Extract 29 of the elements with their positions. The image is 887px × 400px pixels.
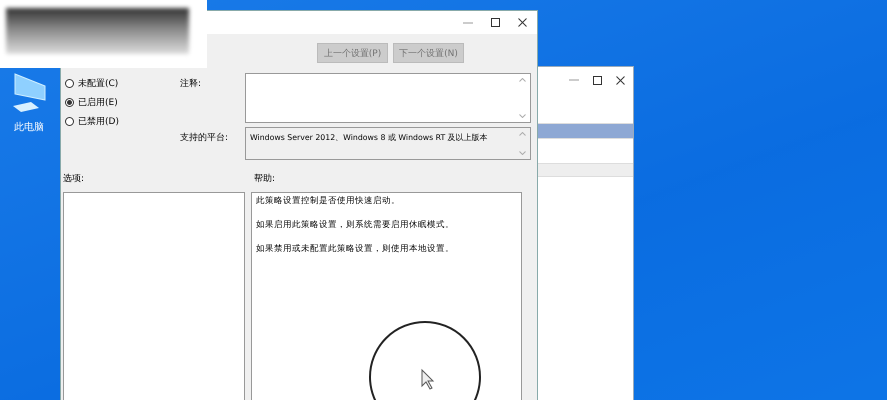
scroll-up-icon[interactable] xyxy=(519,132,526,136)
icon-label[interactable]: 此电脑 xyxy=(14,120,44,134)
close-icon[interactable] xyxy=(616,76,625,84)
radio-option[interactable]: 已启用(E) xyxy=(65,96,180,109)
radio-icon[interactable] xyxy=(65,117,74,126)
close-icon[interactable] xyxy=(518,18,527,27)
scroll-up-icon[interactable] xyxy=(519,78,526,82)
radio-label: 未配置(C) xyxy=(78,78,118,90)
platform-label: 支持的平台: xyxy=(180,132,228,144)
comment-label: 注释: xyxy=(180,78,202,90)
maximize-icon[interactable] xyxy=(593,76,602,84)
comment-field[interactable] xyxy=(245,73,531,123)
radio-icon[interactable] xyxy=(65,79,74,88)
help-text: 此策略设置控制是否使用快速启动。 xyxy=(256,195,401,207)
minimize-icon[interactable] xyxy=(463,22,473,24)
help-text: 如果禁用或未配置此策略设置，则使用本地设置。 xyxy=(256,243,455,255)
scroll-down-icon[interactable] xyxy=(519,151,526,155)
options-label: 选项: xyxy=(63,172,86,186)
radio-label: 已启用(E) xyxy=(78,96,118,109)
maximize-icon[interactable] xyxy=(491,18,500,27)
radio-option[interactable]: 未配置(C) xyxy=(65,77,180,90)
radio-label: 已禁用(D) xyxy=(78,116,119,128)
radio-option[interactable]: 已禁用(D) xyxy=(65,115,180,128)
click-indicator-icon xyxy=(368,320,482,400)
minimize-icon[interactable] xyxy=(569,79,579,81)
help-text: 如果启用此策略设置，则系统需要启用休眠模式。 xyxy=(256,219,455,231)
radio-icon[interactable] xyxy=(65,98,74,107)
help-label: 帮助: xyxy=(254,172,276,186)
scroll-down-icon[interactable] xyxy=(519,114,526,118)
